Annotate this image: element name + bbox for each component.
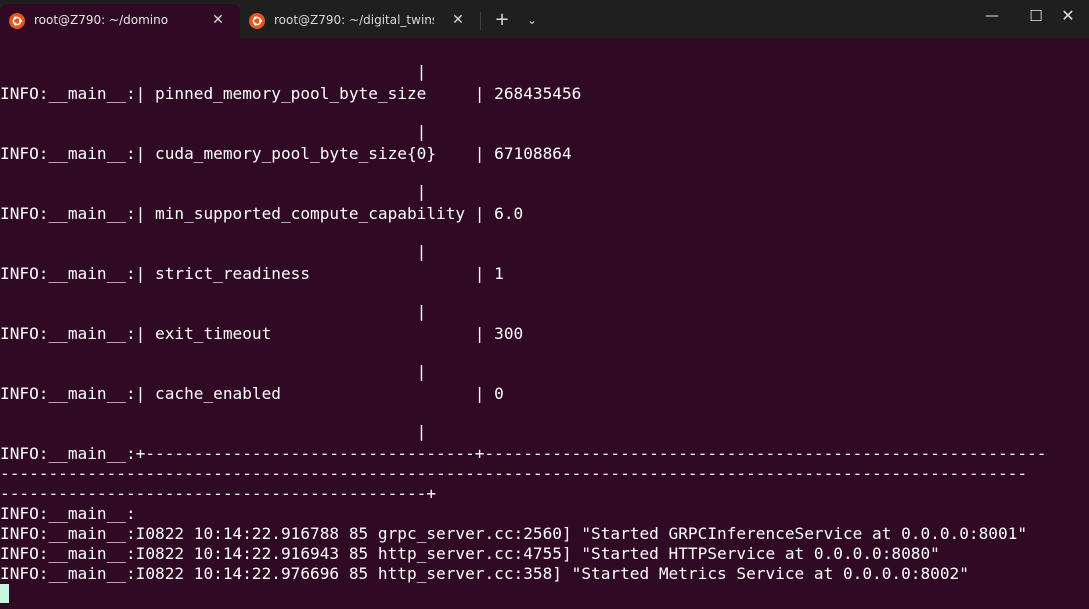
terminal-line: | — [0, 422, 427, 441]
terminal-window: root@Z790: ~/domino ✕ root@Z790: ~/digit… — [0, 0, 1089, 609]
terminal-line: INFO:__main__:I0822 10:14:22.976696 85 h… — [0, 564, 969, 583]
terminal-line: INFO:__main__:| pinned_memory_pool_byte_… — [0, 84, 582, 103]
terminal-line: INFO:__main__: — [0, 504, 136, 523]
chevron-down-icon[interactable]: ⌄ — [520, 8, 544, 32]
tab-title: root@Z790: ~/digital_twins_fo — [274, 13, 434, 27]
terminal-line: | — [0, 242, 427, 261]
close-tab-icon[interactable]: ✕ — [208, 10, 228, 30]
terminal-line: | — [0, 182, 427, 201]
close-window-button[interactable]: ✕ — [1045, 0, 1089, 32]
tab-divider — [480, 12, 481, 30]
terminal-line: | — [0, 302, 427, 321]
minimize-button[interactable]: — — [969, 0, 1015, 32]
ubuntu-icon — [249, 13, 265, 29]
terminal-line: INFO:__main__:| exit_timeout | 300 — [0, 324, 524, 343]
tab-digital-twins[interactable]: root@Z790: ~/digital_twins_fo ✕ — [240, 4, 480, 38]
terminal-line: ----------------------------------------… — [0, 464, 1028, 483]
terminal-line: INFO:__main__:| min_supported_compute_ca… — [0, 204, 524, 223]
terminal-line: INFO:__main__:I0822 10:14:22.916788 85 g… — [0, 524, 1028, 543]
new-tab-button[interactable]: + — [490, 8, 514, 32]
terminal-cursor — [0, 584, 9, 603]
ubuntu-icon — [9, 13, 25, 29]
terminal-line: INFO:__main__:| strict_readiness | 1 — [0, 264, 504, 283]
close-tab-icon[interactable]: ✕ — [448, 10, 468, 30]
terminal-line: INFO:__main__:| cuda_memory_pool_byte_si… — [0, 144, 572, 163]
tab-title: root@Z790: ~/domino — [34, 13, 169, 27]
terminal-line: | — [0, 362, 427, 381]
tab-domino[interactable]: root@Z790: ~/domino ✕ — [0, 4, 240, 38]
terminal-line: INFO:__main__:| cache_enabled | 0 — [0, 384, 504, 403]
terminal-line: ----------------------------------------… — [0, 484, 437, 503]
terminal-line: INFO:__main__:+-------------------------… — [0, 444, 1047, 463]
terminal-line: | — [0, 122, 427, 141]
terminal-line: | — [0, 62, 427, 81]
terminal-output[interactable]: | INFO:__main__:| pinned_memory_pool_byt… — [0, 38, 1089, 609]
terminal-line: INFO:__main__:I0822 10:14:22.916943 85 h… — [0, 544, 940, 563]
tab-bar: root@Z790: ~/domino ✕ root@Z790: ~/digit… — [0, 0, 1089, 38]
